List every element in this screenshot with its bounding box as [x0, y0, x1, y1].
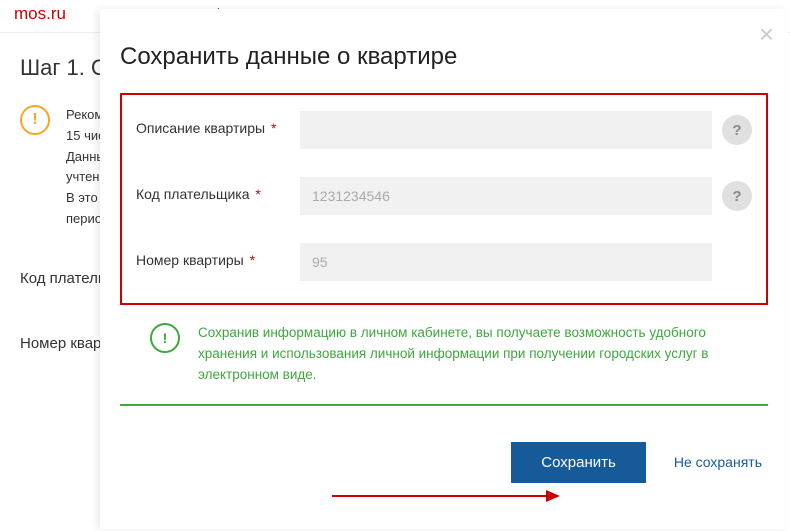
description-label: Описание квартиры * [136, 111, 290, 137]
modal-actions: Сохранить Не сохранять [120, 442, 768, 483]
info-separator [120, 404, 768, 406]
modal-title: Сохранить данные о квартире [120, 43, 768, 71]
form-container: Описание квартиры * ? Код плательщика * … [120, 93, 768, 305]
cancel-button[interactable]: Не сохранять [674, 454, 762, 470]
info-block: ! Сохранив информацию в личном кабинете,… [120, 305, 768, 394]
apartment-number-label: Номер квартиры * [136, 243, 290, 269]
warning-icon: ! [20, 105, 50, 135]
payer-code-input[interactable] [300, 177, 712, 215]
apartment-number-input[interactable] [300, 243, 712, 281]
help-icon[interactable]: ? [722, 115, 752, 145]
info-text: Сохранив информацию в личном кабинете, в… [198, 323, 758, 386]
payer-code-label: Код плательщика * [136, 177, 290, 203]
help-icon[interactable]: ? [722, 181, 752, 211]
description-input[interactable] [300, 111, 712, 149]
close-icon[interactable]: × [759, 21, 774, 47]
save-button[interactable]: Сохранить [511, 442, 646, 483]
save-apartment-modal: × Сохранить данные о квартире Описание к… [100, 9, 788, 529]
logo[interactable]: mos.ru [14, 4, 66, 24]
annotation-arrow-icon [332, 489, 560, 503]
info-icon: ! [150, 323, 180, 353]
